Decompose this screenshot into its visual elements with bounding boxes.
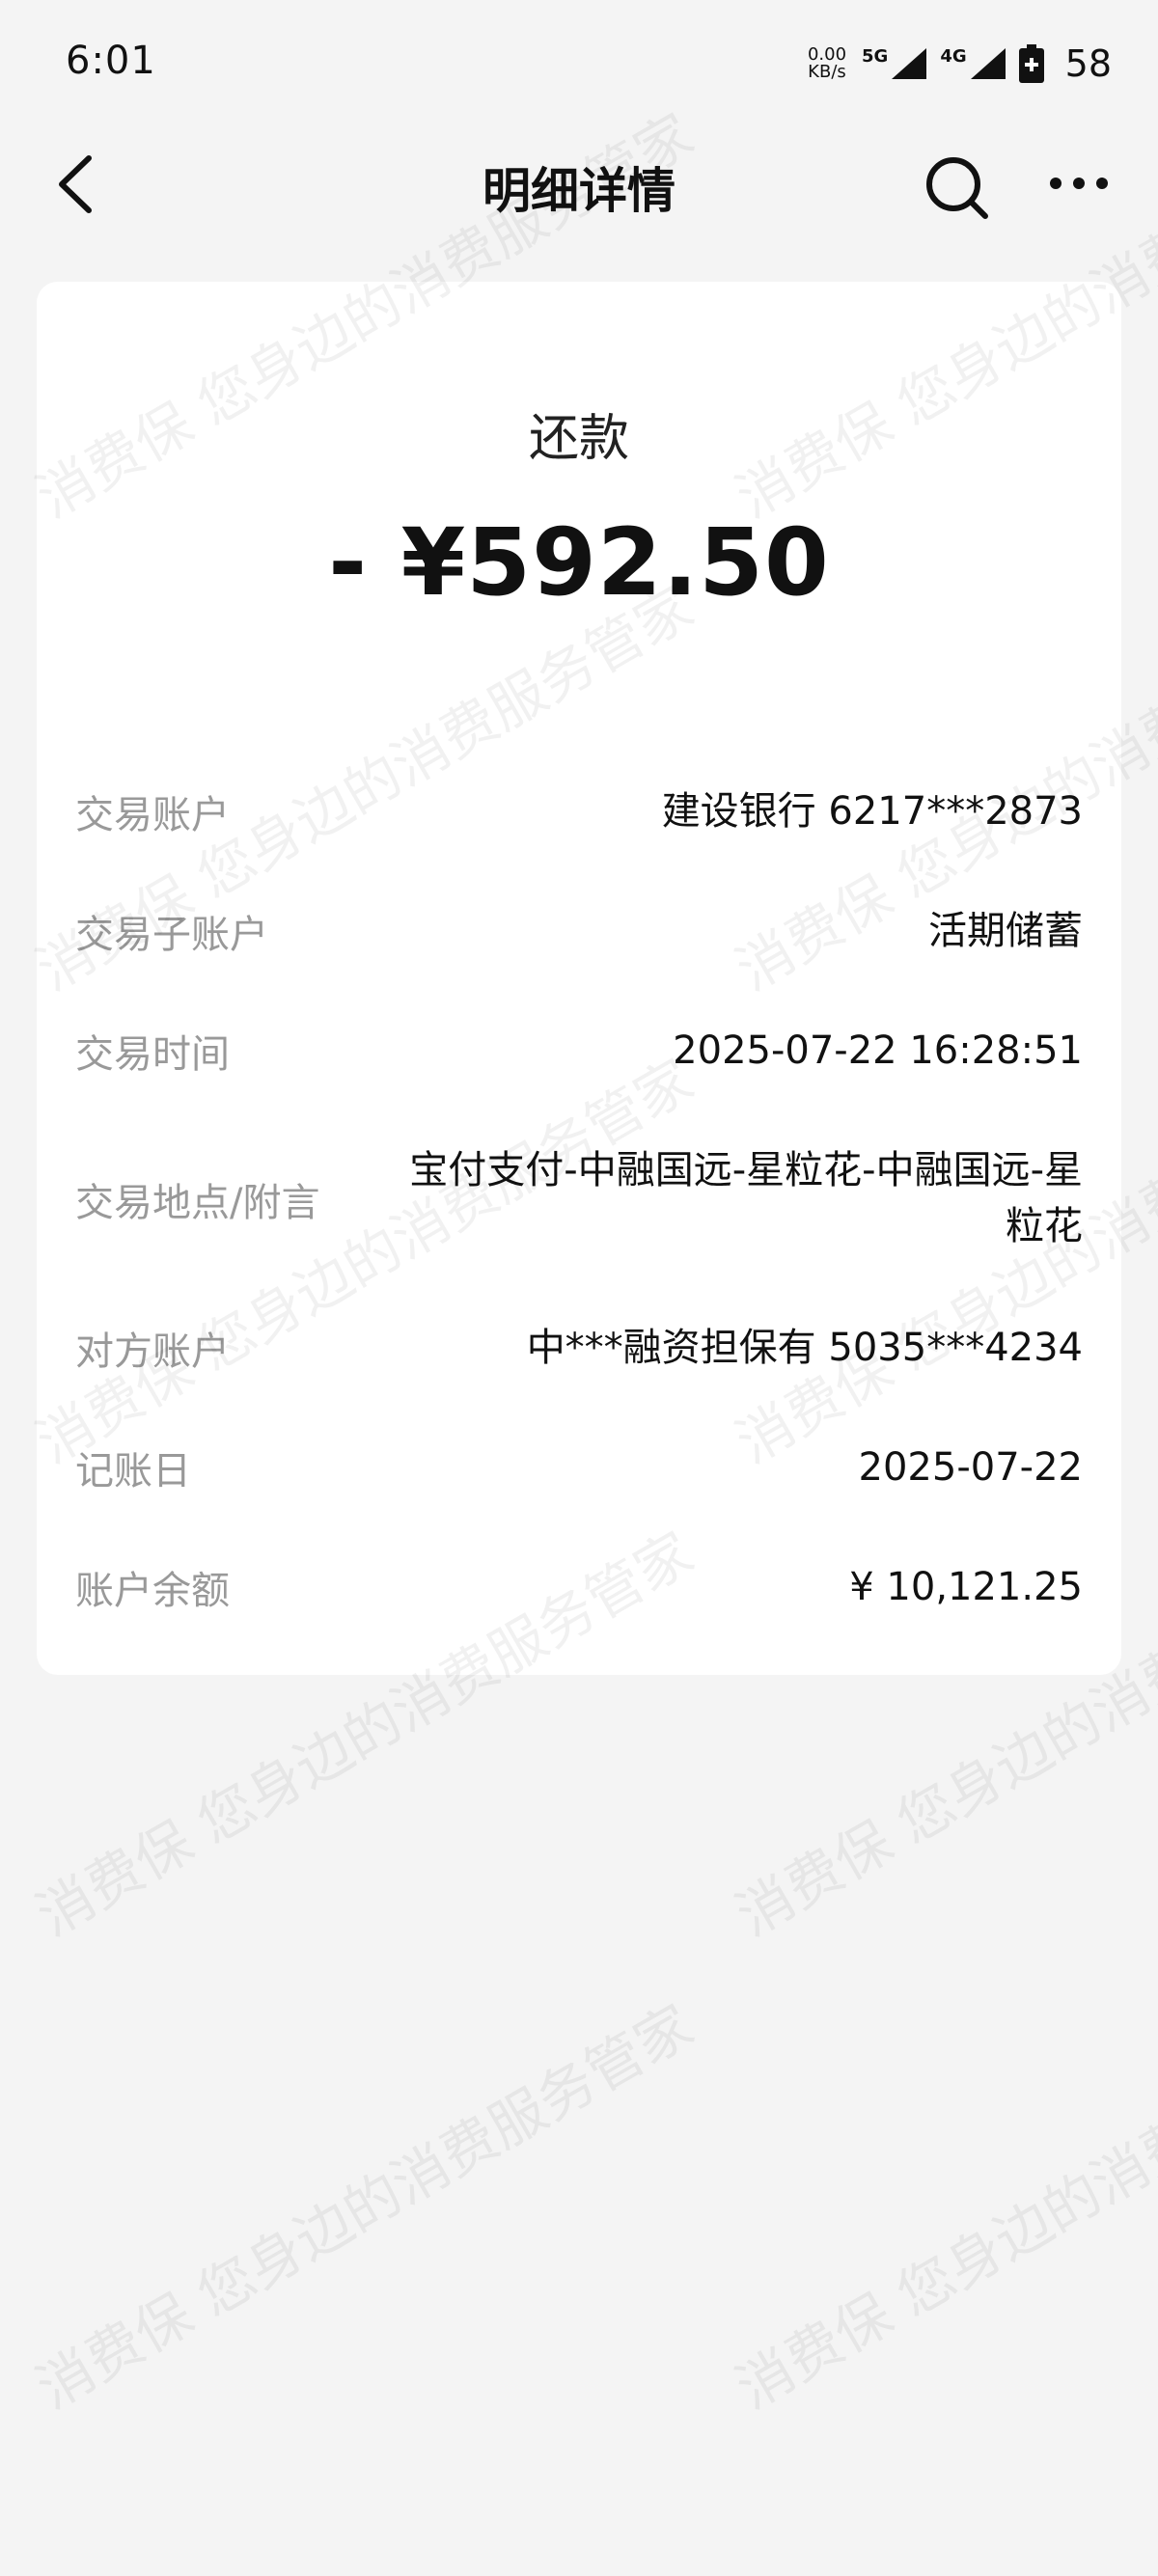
more-button[interactable] [1042,164,1139,203]
transaction-amount: - ¥592.50 [328,508,830,617]
search-button[interactable] [922,152,991,222]
status-icons: 0.00 KB/s 5G 4G 58 [808,35,1112,93]
battery-icon [1018,44,1044,83]
transaction-detail-card: 还款 - ¥592.50 交易账户 建设银行 6217***2873 交易子账户… [37,282,1121,1675]
status-time: 6:01 [66,39,156,83]
signal-4g: 4G [940,46,1006,81]
detail-label: 交易账户 [75,793,230,837]
detail-label: 交易子账户 [75,913,268,957]
signal-5g-label: 5G [862,46,889,67]
detail-value: 2025-07-22 16:28:51 [673,1028,1083,1073]
watermark-text: 消费保 您身边的消费服务管家 [25,1992,704,2423]
detail-label: 记账日 [75,1449,191,1494]
status-bar: 6:01 0.00 KB/s 5G 4G 58 [0,0,1158,135]
signal-bars-icon [970,48,1006,79]
detail-label: 交易地点/附言 [75,1181,320,1225]
detail-value: 活期储蓄 [928,909,1083,953]
detail-value: 宝付支付-中融国远-星粒花-中融国远-星粒花 [409,1148,1083,1248]
signal-4g-label: 4G [940,46,967,67]
detail-value: ¥ 10,121.25 [849,1565,1083,1609]
network-speed-unit: KB/s [808,62,846,82]
signal-bars-icon [892,48,927,79]
battery-level: 58 [1064,42,1112,85]
detail-label: 对方账户 [75,1329,230,1374]
detail-value: 建设银行 6217***2873 [661,789,1083,834]
signal-5g: 5G [862,46,928,81]
more-dots-icon [1050,178,1108,189]
network-speed: 0.00 KB/s [808,46,846,81]
nav-bar: 明细详情 [0,135,1158,232]
detail-label: 交易时间 [75,1032,230,1077]
detail-value: 2025-07-22 [858,1445,1083,1490]
watermark-text: 消费保 您身边的消费服务管家 [725,1992,1158,2423]
detail-label: 账户余额 [75,1569,230,1613]
detail-value: 中***融资担保有 5035***4234 [526,1326,1083,1370]
search-icon [926,157,988,219]
transaction-type: 还款 [528,410,629,468]
